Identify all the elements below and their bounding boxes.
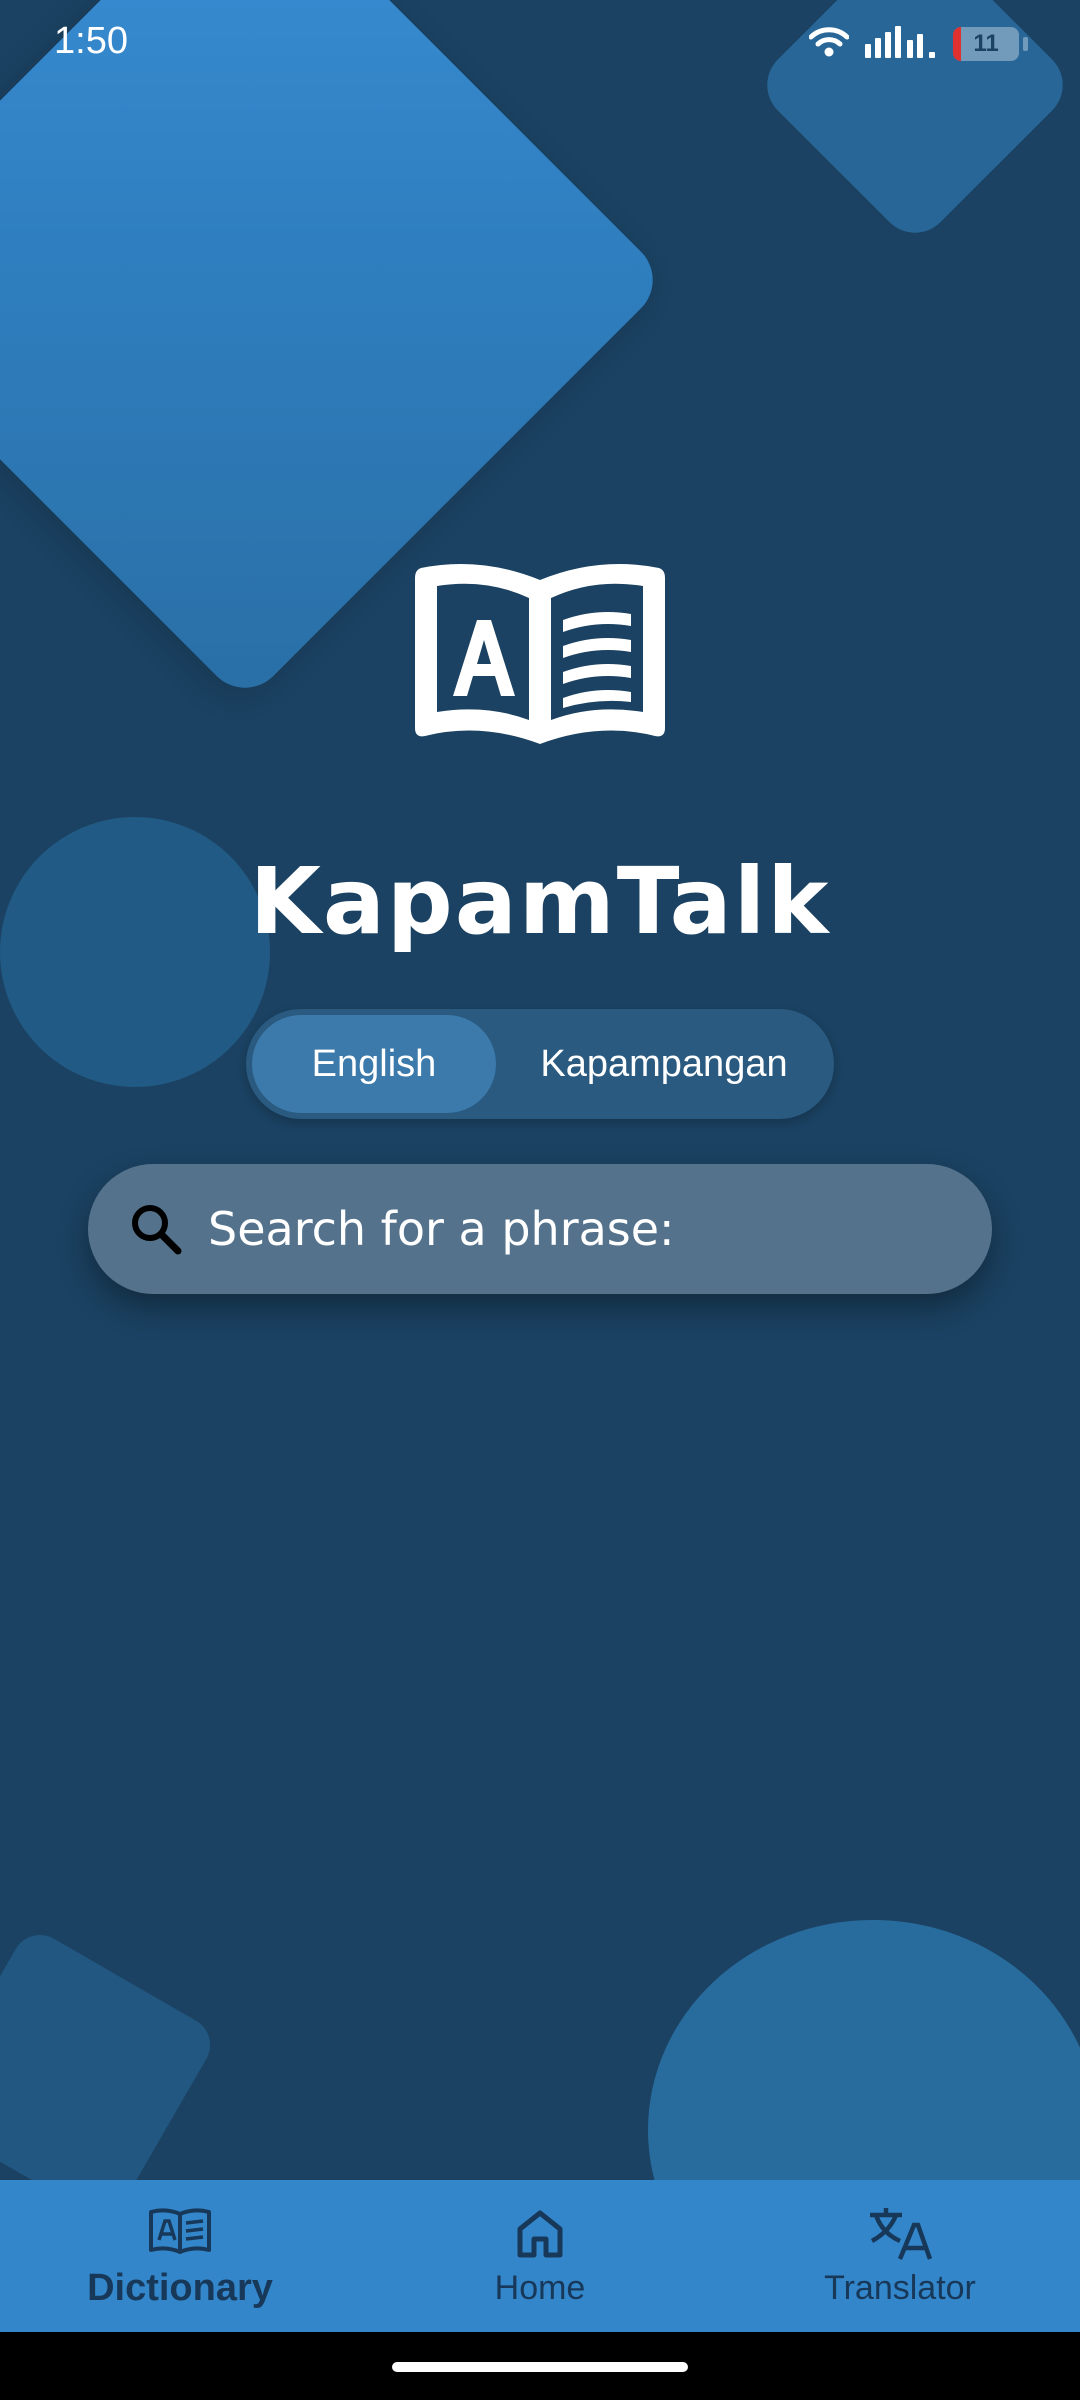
app-screen: 1:50 11 KapamTalk English Kapampangan Se… [0, 0, 1080, 2400]
search-input[interactable] [208, 1189, 992, 1269]
status-bar: 1:50 11 [0, 0, 1080, 90]
language-option-kapampangan[interactable]: Kapampangan [500, 1015, 828, 1113]
nav-label-dictionary: Dictionary [87, 2266, 273, 2309]
home-icon [508, 2205, 572, 2261]
status-time: 1:50 [54, 20, 128, 62]
system-navigation-bar [0, 2332, 1080, 2400]
bottom-navigation: Dictionary Home Translator [0, 2180, 1080, 2332]
nav-item-home[interactable]: Home [360, 2180, 720, 2332]
battery-icon: 11 [953, 27, 1019, 61]
nav-item-dictionary[interactable]: Dictionary [0, 2180, 360, 2332]
app-title: KapamTalk [249, 848, 831, 955]
status-icons: 11 [808, 26, 1028, 62]
language-toggle: English Kapampangan [246, 1009, 834, 1119]
home-indicator[interactable] [392, 2362, 688, 2372]
nav-item-translator[interactable]: Translator [720, 2180, 1080, 2332]
search-bar[interactable] [88, 1164, 992, 1294]
signal-icon [863, 26, 939, 62]
translate-icon [868, 2205, 932, 2261]
battery-level-text: 11 [973, 30, 999, 57]
language-option-english[interactable]: English [252, 1015, 496, 1113]
nav-label-translator: Translator [824, 2268, 976, 2307]
wifi-icon [808, 26, 850, 62]
dictionary-icon [148, 2203, 212, 2259]
battery-level-fill [953, 27, 961, 61]
battery-tip [1023, 37, 1028, 51]
search-icon[interactable] [126, 1199, 186, 1259]
open-book-icon [411, 560, 669, 750]
nav-label-home: Home [494, 2268, 586, 2307]
